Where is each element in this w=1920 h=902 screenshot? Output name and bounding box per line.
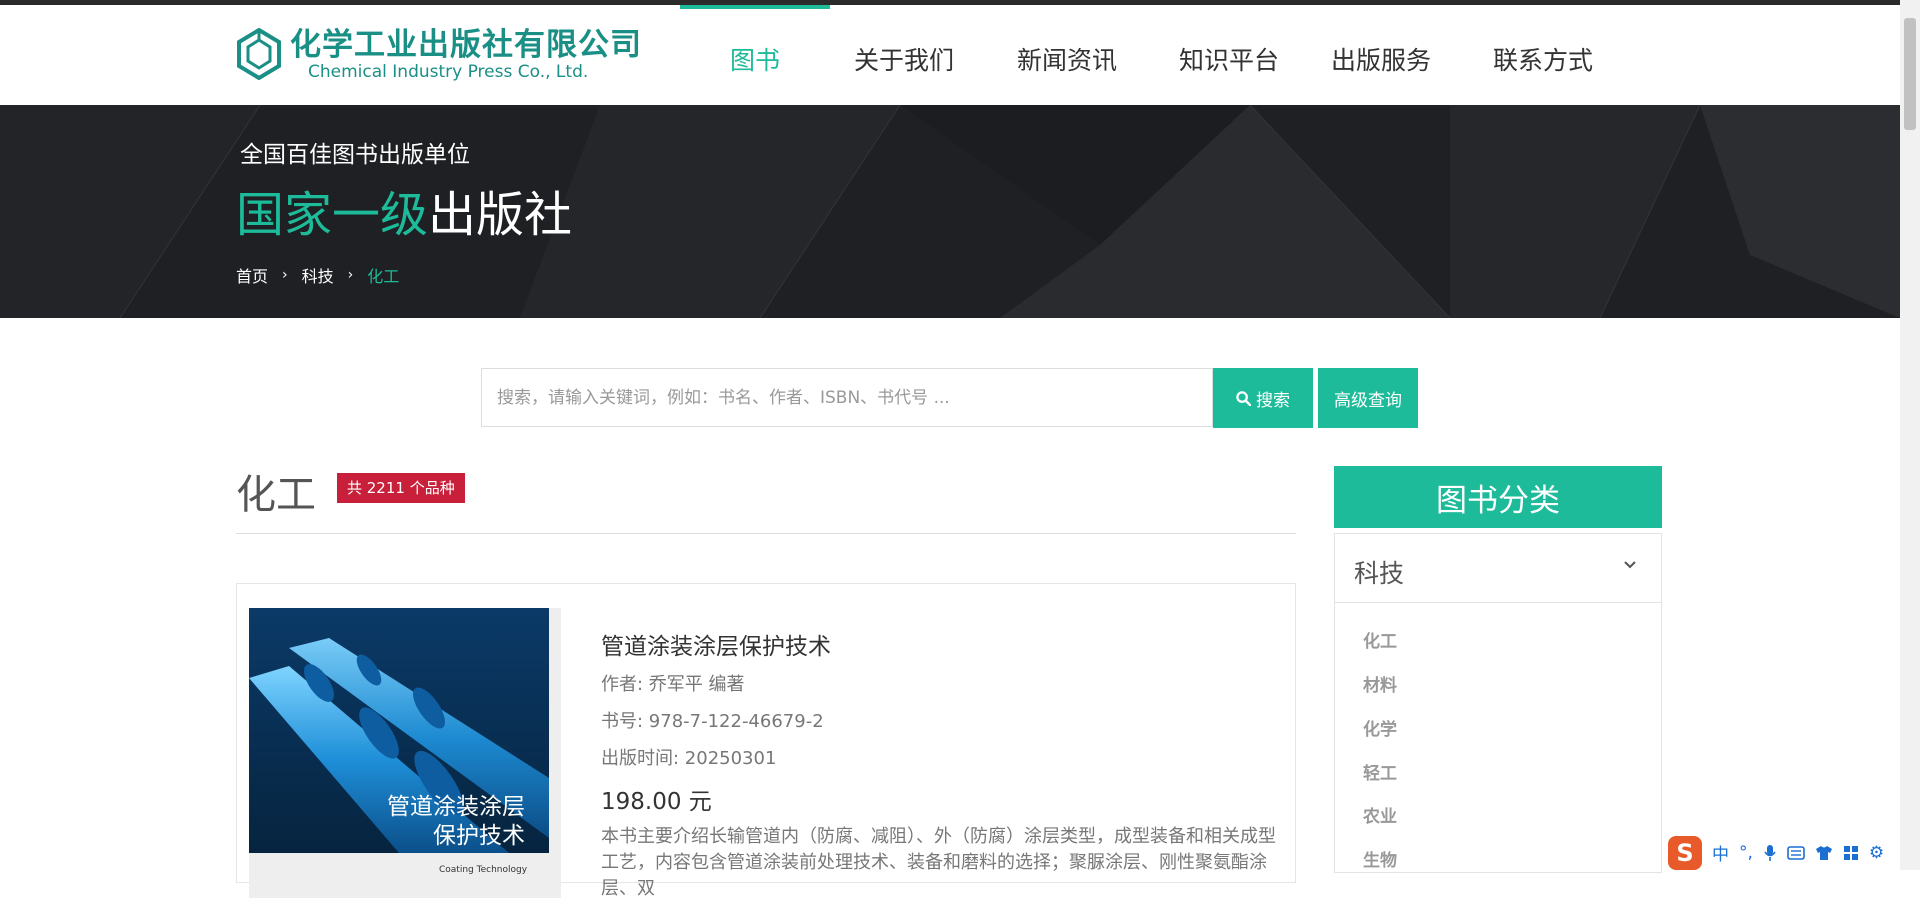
microphone-icon[interactable]	[1763, 844, 1777, 862]
category-item-chemical-engineering[interactable]: 化工	[1363, 627, 1397, 652]
page-scrollbar[interactable]	[1900, 0, 1920, 870]
nav-active-indicator	[680, 5, 830, 9]
ime-logo-icon[interactable]: S	[1668, 835, 1702, 870]
ime-toolbar: S 中 °, ⚙	[1668, 835, 1900, 870]
count-badge: 共 2211 个品种	[337, 473, 465, 503]
nav-publishing-services[interactable]: 出版服务	[1331, 41, 1431, 77]
breadcrumb-current: 化工	[367, 267, 400, 286]
nav-about-us[interactable]: 关于我们	[854, 41, 954, 77]
breadcrumb-home[interactable]: 首页	[236, 263, 268, 287]
book-card: 管道涂装涂层 保护技术 Coating Technology 管道涂装涂层保护技…	[236, 583, 1296, 899]
breadcrumb-tech[interactable]: 科技	[302, 263, 334, 287]
logo-icon	[237, 28, 281, 80]
nav-news[interactable]: 新闻资讯	[1017, 41, 1117, 77]
search-icon	[1236, 390, 1251, 406]
book-cover-frame: 管道涂装涂层 保护技术 Coating Technology	[249, 608, 561, 898]
keyboard-icon[interactable]	[1787, 845, 1805, 860]
advanced-search-button[interactable]: 高级查询	[1318, 368, 1418, 428]
book-isbn: 书号: 978-7-122-46679-2	[601, 711, 824, 732]
book-title[interactable]: 管道涂装涂层保护技术	[601, 627, 831, 661]
search-button-label: 搜索	[1256, 390, 1290, 411]
punctuation-icon[interactable]: °,	[1739, 843, 1753, 863]
book-price: 198.00 元	[601, 789, 712, 815]
cover-title: 管道涂装涂层 保护技术	[387, 793, 525, 851]
category-title: 化工	[236, 472, 316, 518]
category-group-tech[interactable]: 科技	[1335, 534, 1661, 603]
book-pub-date: 出版时间: 20250301	[601, 748, 777, 769]
search-button[interactable]: 搜索	[1213, 368, 1313, 428]
search-box	[481, 368, 1213, 427]
banner-headline: 国家一级出版社	[236, 175, 572, 245]
site-header: 化学工业出版社有限公司 Chemical Industry Press Co.,…	[0, 5, 1900, 105]
apps-grid-icon[interactable]	[1843, 845, 1859, 861]
settings-gear-icon[interactable]: ⚙	[1869, 843, 1884, 863]
search-input[interactable]	[482, 369, 1212, 426]
nav-books[interactable]: 图书	[730, 41, 780, 77]
logo-chinese-name: 化学工业出版社有限公司	[290, 27, 642, 63]
category-item-agriculture[interactable]: 农业	[1363, 802, 1397, 827]
nav-knowledge-platform[interactable]: 知识平台	[1179, 41, 1279, 77]
category-item-chemistry[interactable]: 化学	[1363, 715, 1397, 740]
scrollbar-thumb[interactable]	[1904, 18, 1916, 130]
category-sidebar-heading: 图书分类	[1334, 466, 1662, 528]
banner-headline-highlight: 国家一级	[236, 187, 429, 243]
chevron-right-icon: ›	[282, 267, 288, 283]
section-divider	[236, 533, 1296, 534]
category-item-light-industry[interactable]: 轻工	[1363, 759, 1397, 784]
category-group-label: 科技	[1354, 559, 1405, 588]
category-item-biology[interactable]: 生物	[1363, 846, 1397, 871]
book-author: 作者: 乔军平 编著	[601, 674, 745, 695]
ime-mode-toggle[interactable]: 中	[1712, 840, 1729, 865]
category-item-materials[interactable]: 材料	[1363, 671, 1397, 696]
skin-shirt-icon[interactable]	[1815, 845, 1833, 861]
banner-headline-rest: 出版社	[428, 187, 573, 243]
category-sidebar: 科技 化工 材料 化学 轻工 农业 生物	[1334, 533, 1662, 873]
banner-tagline: 全国百佳图书出版单位	[240, 142, 470, 168]
cover-title-line2: 保护技术	[433, 823, 525, 849]
logo-english-name: Chemical Industry Press Co., Ltd.	[308, 62, 589, 82]
cover-subtitle: Coating Technology	[439, 865, 528, 875]
hero-banner: 全国百佳图书出版单位 国家一级出版社 首页 › 科技 › 化工	[0, 105, 1900, 318]
breadcrumb: 首页 › 科技 › 化工	[236, 263, 399, 287]
site-logo[interactable]: 化学工业出版社有限公司 Chemical Industry Press Co.,…	[236, 27, 642, 81]
nav-contact[interactable]: 联系方式	[1493, 41, 1593, 77]
cover-title-line1: 管道涂装涂层	[387, 794, 525, 820]
book-cover-image[interactable]: 管道涂装涂层 保护技术	[249, 608, 549, 853]
chevron-right-icon: ›	[347, 267, 354, 283]
book-description: 本书主要介绍长输管道内（防腐、减阻）、外（防腐）涂层类型，成型装备和相关成型工艺…	[601, 826, 1276, 899]
chevron-down-icon	[1624, 561, 1636, 569]
